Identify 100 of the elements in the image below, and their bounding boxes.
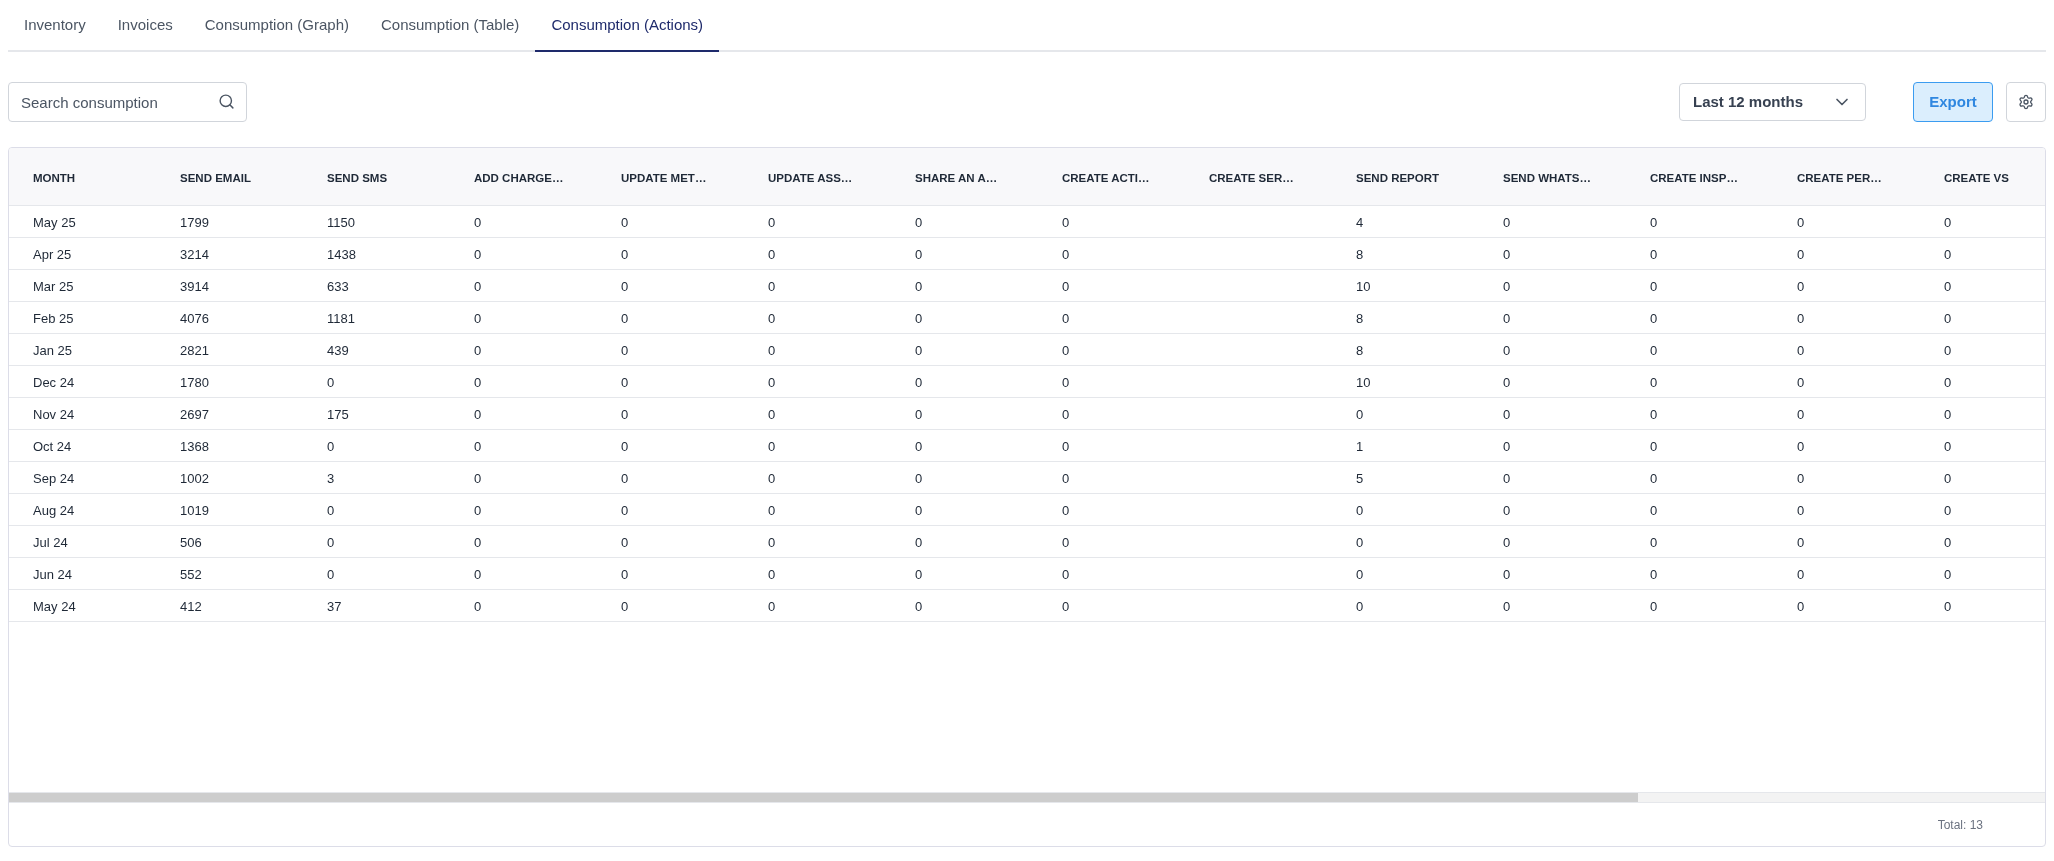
table-cell: 0 (1944, 534, 1952, 550)
settings-icon (2018, 94, 2034, 110)
column-header: CREATE PER… (1797, 171, 1882, 184)
table-cell: 0 (1650, 374, 1658, 390)
table-cell: 0 (768, 406, 776, 422)
table-cell: 633 (327, 278, 349, 294)
table-cell: 0 (621, 566, 629, 582)
table-cell: 0 (915, 534, 923, 550)
column-header: SEND EMAIL (180, 171, 251, 184)
table-cell: 0 (1062, 374, 1070, 390)
table-cell: 3914 (180, 278, 209, 294)
tab[interactable]: Inventory (8, 0, 102, 52)
table-cell: 3 (327, 470, 335, 486)
table-cell: May 25 (33, 214, 76, 230)
table-cell: 0 (915, 374, 923, 390)
total-count: Total: 13 (1937, 816, 1983, 834)
table-cell: 0 (1356, 566, 1364, 582)
tab[interactable]: Invoices (101, 0, 189, 52)
table-cell: 0 (1944, 566, 1952, 582)
table-cell: 0 (621, 438, 629, 454)
scrollbar-thumb[interactable] (9, 793, 1638, 802)
table-cell: 0 (474, 214, 482, 230)
table-cell: 0 (1797, 438, 1805, 454)
table-cell: 0 (915, 310, 923, 326)
table-cell: 0 (1797, 374, 1805, 390)
table-cell: 0 (474, 598, 482, 614)
table-cell: 0 (1650, 566, 1658, 582)
table-cell: 0 (1062, 502, 1070, 518)
table-cell: 0 (474, 534, 482, 550)
horizontal-scrollbar[interactable] (9, 792, 2045, 802)
table-cell: 0 (1503, 278, 1511, 294)
column-header: ADD CHARGE… (474, 171, 564, 184)
table-cell: 0 (1650, 342, 1658, 358)
table-cell: 0 (1503, 406, 1511, 422)
table-cell: Sep 24 (33, 470, 75, 486)
column-header: CREATE INSP… (1650, 171, 1738, 184)
table-cell: 2821 (180, 342, 209, 358)
table-cell: 0 (768, 438, 776, 454)
table-cell: 0 (1503, 598, 1511, 614)
table-cell: 0 (474, 246, 482, 262)
table-cell: 0 (1797, 310, 1805, 326)
table-cell: 0 (915, 598, 923, 614)
table-cell: 0 (1356, 534, 1364, 550)
table-cell: 0 (768, 246, 776, 262)
table-cell: 0 (1797, 598, 1805, 614)
period-dropdown[interactable]: Last 12 months (1679, 83, 1866, 121)
table-cell: 0 (474, 470, 482, 486)
table-cell: 1002 (180, 470, 209, 486)
table-cell: 0 (1944, 502, 1952, 518)
table-cell: 0 (915, 470, 923, 486)
table-cell: 0 (1062, 406, 1070, 422)
table-cell: 8 (1356, 246, 1364, 262)
table-cell: 1780 (180, 374, 209, 390)
table-cell: Nov 24 (33, 406, 75, 422)
table-cell: 0 (915, 278, 923, 294)
table-cell: Mar 25 (33, 278, 74, 294)
table-cell: 0 (1503, 566, 1511, 582)
table-cell: Oct 24 (33, 438, 72, 454)
table-cell: 0 (1503, 342, 1511, 358)
table-cell: 0 (474, 566, 482, 582)
table-cell: 0 (621, 406, 629, 422)
table-cell: 0 (1356, 406, 1364, 422)
table-cell: 0 (1944, 310, 1952, 326)
table-cell: 0 (915, 438, 923, 454)
table-cell: 0 (1944, 278, 1952, 294)
column-header: CREATE ACTI… (1062, 171, 1150, 184)
column-header: MONTH (33, 171, 76, 184)
tab[interactable]: Consumption (Graph) (188, 0, 365, 52)
table-cell: 3214 (180, 246, 209, 262)
table-cell: May 24 (33, 598, 76, 614)
table-cell: 552 (180, 566, 202, 582)
table-cell: 8 (1356, 342, 1364, 358)
table-cell: Jun 24 (33, 566, 73, 582)
search-field[interactable]: Search consumption (8, 82, 247, 122)
table-cell: 0 (768, 566, 776, 582)
table-cell: 0 (1944, 374, 1952, 390)
table-cell: Dec 24 (33, 374, 75, 390)
tab[interactable]: Consumption (Table) (364, 0, 536, 52)
table-cell: 0 (1797, 470, 1805, 486)
table-cell: 0 (327, 438, 335, 454)
table-cell: 0 (1062, 310, 1070, 326)
tab[interactable]: Consumption (Actions) (535, 0, 720, 52)
table-cell: 0 (768, 374, 776, 390)
table-cell: 0 (1650, 502, 1658, 518)
table-cell: 1368 (180, 438, 209, 454)
table-cell: 0 (768, 598, 776, 614)
table-cell: 0 (621, 374, 629, 390)
column-header: SEND SMS (327, 171, 388, 184)
table-cell: 0 (1503, 502, 1511, 518)
table-cell: Feb 25 (33, 310, 74, 326)
settings-button[interactable] (2006, 82, 2046, 122)
table-cell: 0 (915, 566, 923, 582)
table-cell: 0 (474, 406, 482, 422)
table-cell: 0 (1503, 438, 1511, 454)
table-cell: 0 (915, 342, 923, 358)
table-cell: 0 (327, 374, 335, 390)
column-header: CREATE SER… (1209, 171, 1294, 184)
column-header: SHARE AN A… (915, 171, 998, 184)
table-cell: 0 (474, 310, 482, 326)
table-cell: 0 (1944, 470, 1952, 486)
